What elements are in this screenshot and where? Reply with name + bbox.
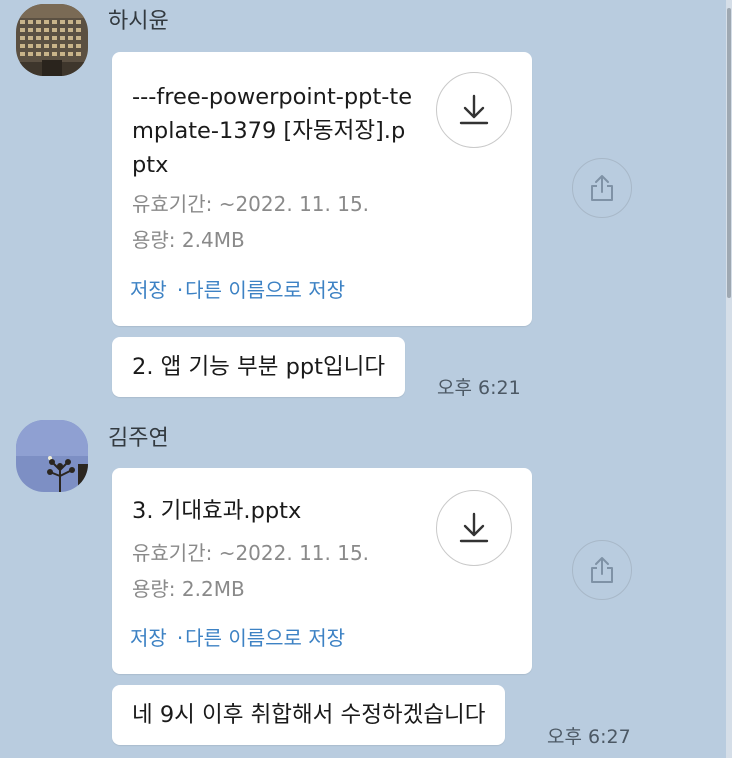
file-message-card[interactable]: ---free-powerpoint-ppt-template-1379 [자동… xyxy=(112,52,532,326)
share-icon xyxy=(591,557,613,583)
download-button[interactable] xyxy=(436,72,512,148)
message-timestamp: 오후 6:27 xyxy=(547,726,631,748)
file-size: 용량: 2.4MB xyxy=(132,228,245,252)
save-as-link[interactable]: 다른 이름으로 저장 xyxy=(185,626,345,650)
file-actions: 저장 · 다른 이름으로 저장 xyxy=(130,624,345,652)
text-message-bubble[interactable]: 2. 앱 기능 부분 ppt입니다 xyxy=(112,337,406,397)
message-timestamp: 오후 6:21 xyxy=(437,377,521,399)
file-expiry: 유효기간: ~2022. 11. 15. xyxy=(132,541,370,565)
save-link[interactable]: 저장 xyxy=(130,278,167,302)
file-actions: 저장 · 다른 이름으로 저장 xyxy=(130,276,345,304)
file-size: 용량: 2.2MB xyxy=(132,577,245,601)
text-message-bubble[interactable]: 네 9시 이후 취합해서 수정하겠습니다 xyxy=(112,685,506,745)
file-expiry: 유효기간: ~2022. 11. 15. xyxy=(132,192,370,216)
share-button[interactable] xyxy=(572,158,632,218)
separator-dot: · xyxy=(176,626,184,650)
file-name: ---free-powerpoint-ppt-template-1379 [자동… xyxy=(132,84,413,178)
share-button[interactable] xyxy=(572,540,632,600)
download-icon xyxy=(459,512,489,543)
avatar-sender-1[interactable] xyxy=(16,4,88,76)
file-message-card[interactable]: 3. 기대효과.pptx 유효기간: ~2022. 11. 15. 용량: 2.… xyxy=(112,468,532,674)
sender-name: 하시윤 xyxy=(108,9,169,34)
avatar-sender-2[interactable] xyxy=(16,420,88,492)
separator-dot: · xyxy=(176,278,184,302)
sender-name: 김주연 xyxy=(108,426,169,451)
download-button[interactable] xyxy=(436,490,512,566)
file-name: 3. 기대효과.pptx xyxy=(132,498,302,524)
download-icon xyxy=(459,94,489,125)
share-icon xyxy=(591,175,613,201)
scrollbar-thumb[interactable] xyxy=(727,8,731,298)
scrollbar[interactable] xyxy=(726,0,732,758)
save-link[interactable]: 저장 xyxy=(130,626,167,650)
save-as-link[interactable]: 다른 이름으로 저장 xyxy=(185,278,345,302)
